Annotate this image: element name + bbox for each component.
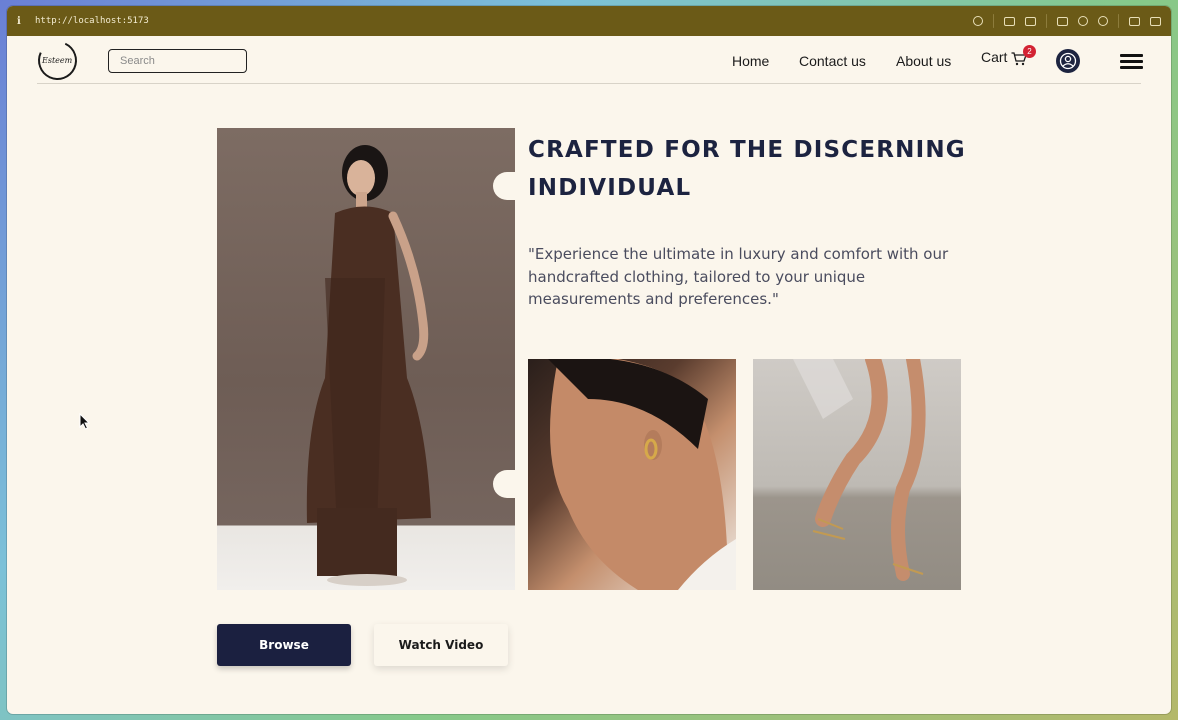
watch-video-button[interactable]: Watch Video [374, 624, 508, 666]
camera-icon[interactable] [1025, 16, 1036, 26]
cart-count-badge: 2 [1023, 45, 1036, 58]
header-divider [37, 83, 1141, 84]
brand-logo[interactable]: Esteem [32, 35, 83, 86]
browse-button[interactable]: Browse [217, 624, 351, 666]
hero-model-photo [217, 128, 515, 590]
toolbar-divider [1118, 14, 1119, 28]
browser-window: i http://localhost:5173 Esteem Home Cont… [7, 6, 1171, 714]
url-text[interactable]: http://localhost:5173 [35, 16, 149, 26]
info-icon[interactable]: i [17, 16, 35, 27]
logo-text: Esteem [42, 56, 73, 65]
earring-model-photo [528, 359, 736, 590]
browser-toolbar [973, 14, 1161, 28]
hero-heading: CRAFTED FOR THE DISCERNING INDIVIDUAL [528, 131, 968, 207]
globe-icon[interactable] [1078, 16, 1088, 26]
nav-link-about[interactable]: About us [896, 53, 951, 69]
hero-quote: "Experience the ultimate in luxury and c… [528, 245, 949, 308]
toolbar-divider [1046, 14, 1047, 28]
image-notch [493, 470, 515, 498]
mouse-cursor-icon [79, 413, 90, 430]
cart-label: Cart [981, 49, 1008, 65]
screenshot-icon[interactable] [1004, 16, 1015, 26]
browser-url-bar: i http://localhost:5173 [7, 6, 1171, 36]
sidebar-icon[interactable] [1150, 16, 1161, 26]
user-account-button[interactable] [1056, 49, 1080, 73]
site-header: Esteem Home Contact us About us Cart 2 [7, 35, 1171, 86]
heels-photo [753, 359, 961, 590]
search-input[interactable] [108, 49, 247, 73]
hero-heading-line-2: INDIVIDUAL [528, 175, 692, 201]
cart-link[interactable]: Cart 2 [981, 45, 1036, 66]
crosshair-icon[interactable] [1098, 16, 1108, 26]
menu-icon[interactable] [1120, 54, 1143, 69]
image-notch [493, 172, 515, 200]
nav-link-home[interactable]: Home [732, 53, 769, 69]
nav-link-contact[interactable]: Contact us [799, 53, 866, 69]
mail-icon[interactable] [1057, 16, 1068, 26]
link-icon[interactable] [973, 16, 983, 26]
user-icon [1059, 52, 1077, 70]
toolbar-divider [993, 14, 994, 28]
code-icon[interactable] [1129, 16, 1140, 26]
hero-heading-line-1: CRAFTED FOR THE DISCERNING [528, 137, 966, 163]
